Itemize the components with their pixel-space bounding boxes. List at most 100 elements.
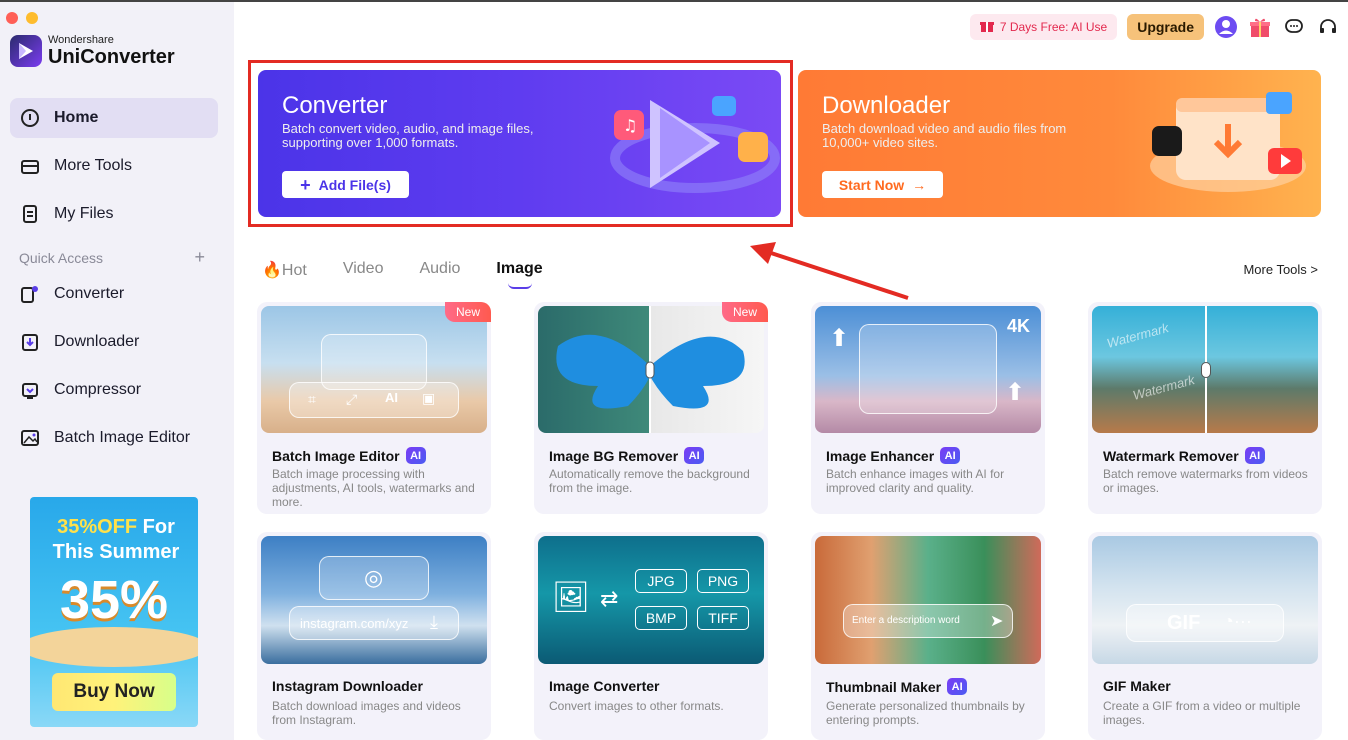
category-tabs: 🔥Hot Video Audio Image (262, 260, 543, 289)
fire-icon: 🔥 (262, 262, 282, 279)
tool-card-image-converter[interactable]: 🖼 ⇄ JPG PNG BMP TIFF Image Converter Con… (534, 532, 768, 740)
add-files-button[interactable]: + Add File(s) (282, 171, 409, 198)
card-title: Image Enhancer AI (826, 447, 961, 464)
convert-arrows-icon: ⇄ (600, 586, 619, 611)
brand-large: UniConverter (48, 46, 175, 68)
user-avatar-icon[interactable] (1214, 15, 1238, 39)
free-trial-badge[interactable]: 7 Days Free: AI Use (969, 14, 1118, 40)
quick-access-add-button[interactable]: + (194, 248, 205, 266)
batch-image-editor-thumbnail: ⌗ ⤢ AI ▣ (261, 306, 487, 433)
sidebar-item-downloader[interactable]: Downloader (10, 322, 218, 362)
card-title-text: Image Converter (549, 678, 660, 694)
sidebar-item-converter[interactable]: Converter (10, 274, 218, 314)
thumbnail-maker-thumbnail: Enter a description word ➤ (815, 536, 1041, 664)
card-description: Batch download images and videos from In… (272, 699, 461, 727)
card-title-text: Thumbnail Maker (826, 678, 942, 695)
tool-card-batch-image-editor[interactable]: ⌗ ⤢ AI ▣ New Batch Image Editor AI Batch … (257, 302, 491, 514)
sidebar-item-more-tools[interactable]: More Tools (10, 146, 218, 186)
tool-card-thumbnail-maker[interactable]: Enter a description word ➤ Thumbnail Mak… (811, 532, 1045, 740)
minimize-window-button[interactable] (26, 12, 38, 24)
compare-handle[interactable] (1201, 362, 1211, 378)
card-title: Thumbnail Maker AI (826, 678, 968, 695)
tool-card-image-bg-remover[interactable]: New Image BG Remover AI Automatically rem… (534, 302, 768, 514)
resize-icon: ⤢ (346, 391, 358, 407)
start-now-label: Start Now (838, 176, 905, 193)
tool-card-gif-maker[interactable]: GIF ◔··· GIF Maker Create a GIF from a v… (1088, 532, 1322, 740)
card-title-text: Image BG Remover (549, 447, 679, 464)
sidebar-item-label: Batch Image Editor (54, 429, 191, 446)
card-description: Batch remove watermarks from videos or i… (1103, 467, 1308, 495)
start-now-button[interactable]: Start Now → (822, 171, 943, 198)
sidebar-item-batch-image-editor[interactable]: Batch Image Editor (10, 418, 218, 458)
sidebar-item-label: Home (54, 109, 99, 126)
window-controls (6, 12, 38, 24)
tab-hot[interactable]: 🔥Hot (262, 260, 307, 280)
butterfly-image (556, 306, 745, 433)
converter-description: Batch convert video, audio, and image fi… (282, 121, 534, 150)
tab-video[interactable]: Video (343, 260, 384, 280)
format-png: PNG (697, 569, 749, 593)
edit-tools-bar: ⌗ ⤢ AI ▣ (289, 382, 459, 418)
format-bmp: BMP (635, 606, 687, 630)
converter-icon (20, 284, 40, 304)
card-description: Automatically remove the background from… (549, 467, 750, 495)
bg-remover-thumbnail (538, 306, 764, 433)
promo-big-percent: 35% (59, 570, 169, 630)
support-headset-icon[interactable] (1316, 15, 1340, 39)
instagram-icon: ◎ (364, 565, 384, 590)
ai-badge: AI (947, 678, 968, 695)
summer-promo-banner[interactable]: 35%OFF For This Summer 35% Buy Now (30, 497, 198, 727)
sidebar-item-my-files[interactable]: My Files (10, 194, 218, 234)
card-description: Batch image processing with adjustments,… (272, 467, 475, 509)
promo-for: For (137, 516, 175, 538)
converter-illustration: ♫ (610, 96, 780, 193)
uniconverter-logo-icon (10, 35, 42, 67)
card-description: Convert images to other formats. (549, 699, 724, 713)
upgrade-button[interactable]: Upgrade (1127, 14, 1204, 40)
home-icon (20, 108, 40, 128)
sidebar-item-label: Compressor (54, 381, 142, 398)
card-title: GIF Maker (1103, 678, 1171, 694)
downloader-banner[interactable]: Downloader Batch download video and audi… (798, 70, 1321, 217)
enhance-preview-frame (859, 324, 997, 414)
converter-title: Converter (282, 92, 388, 119)
feedback-icon[interactable] (1282, 15, 1306, 39)
buy-now-button[interactable]: Buy Now (52, 673, 176, 711)
ai-badge: AI (405, 447, 426, 464)
new-badge: New (722, 302, 768, 322)
close-window-button[interactable] (6, 12, 18, 24)
sidebar-item-compressor[interactable]: Compressor (10, 370, 218, 410)
gif-label: GIF (1167, 612, 1201, 634)
card-title-text: Batch Image Editor (272, 447, 400, 464)
gift-box-icon[interactable] (1248, 15, 1272, 39)
card-title: Image BG Remover AI (549, 447, 705, 464)
tab-audio[interactable]: Audio (419, 260, 460, 280)
4k-label: 4K (1007, 316, 1031, 336)
compressor-icon (20, 380, 40, 400)
downloader-description: Batch download video and audio files fro… (822, 121, 1067, 150)
send-icon: ➤ (990, 613, 1004, 630)
format-tiff: TIFF (697, 606, 749, 630)
ai-badge: AI (1244, 447, 1265, 464)
converter-banner[interactable]: Converter Batch convert video, audio, an… (258, 70, 781, 217)
quick-access-header: Quick Access + (19, 248, 205, 266)
loading-icon: ◔··· (1223, 611, 1252, 631)
tool-card-instagram-downloader[interactable]: ◎ instagram.com/xyz ⤓ Instagram Download… (257, 532, 491, 740)
card-title-text: Image Enhancer (826, 447, 935, 464)
sidebar-item-home[interactable]: Home (10, 98, 218, 138)
more-tools-link[interactable]: More Tools > (1243, 262, 1318, 277)
tool-card-image-enhancer[interactable]: 4K ⬆ ⬆ Image Enhancer AI Batch enhance im… (811, 302, 1045, 514)
tool-card-watermark-remover[interactable]: Watermark Watermark Watermark Remover AI … (1088, 302, 1322, 514)
tab-label: Hot (281, 262, 307, 279)
sidebar-item-label: Downloader (54, 333, 140, 350)
downloader-illustration (1150, 92, 1306, 192)
prompt-placeholder: Enter a description word (852, 615, 960, 626)
annotation-arrow (750, 242, 909, 300)
image-icon: 🖼 (552, 581, 591, 614)
crop-icon: ⌗ (308, 391, 316, 407)
top-toolbar: 7 Days Free: AI Use Upgrade (969, 14, 1348, 40)
card-description: Create a GIF from a video or multiple im… (1103, 699, 1301, 727)
tab-image[interactable]: Image (496, 260, 543, 289)
watermark-text: Watermark (1131, 372, 1197, 403)
image-converter-thumbnail: 🖼 ⇄ JPG PNG BMP TIFF (538, 536, 764, 664)
